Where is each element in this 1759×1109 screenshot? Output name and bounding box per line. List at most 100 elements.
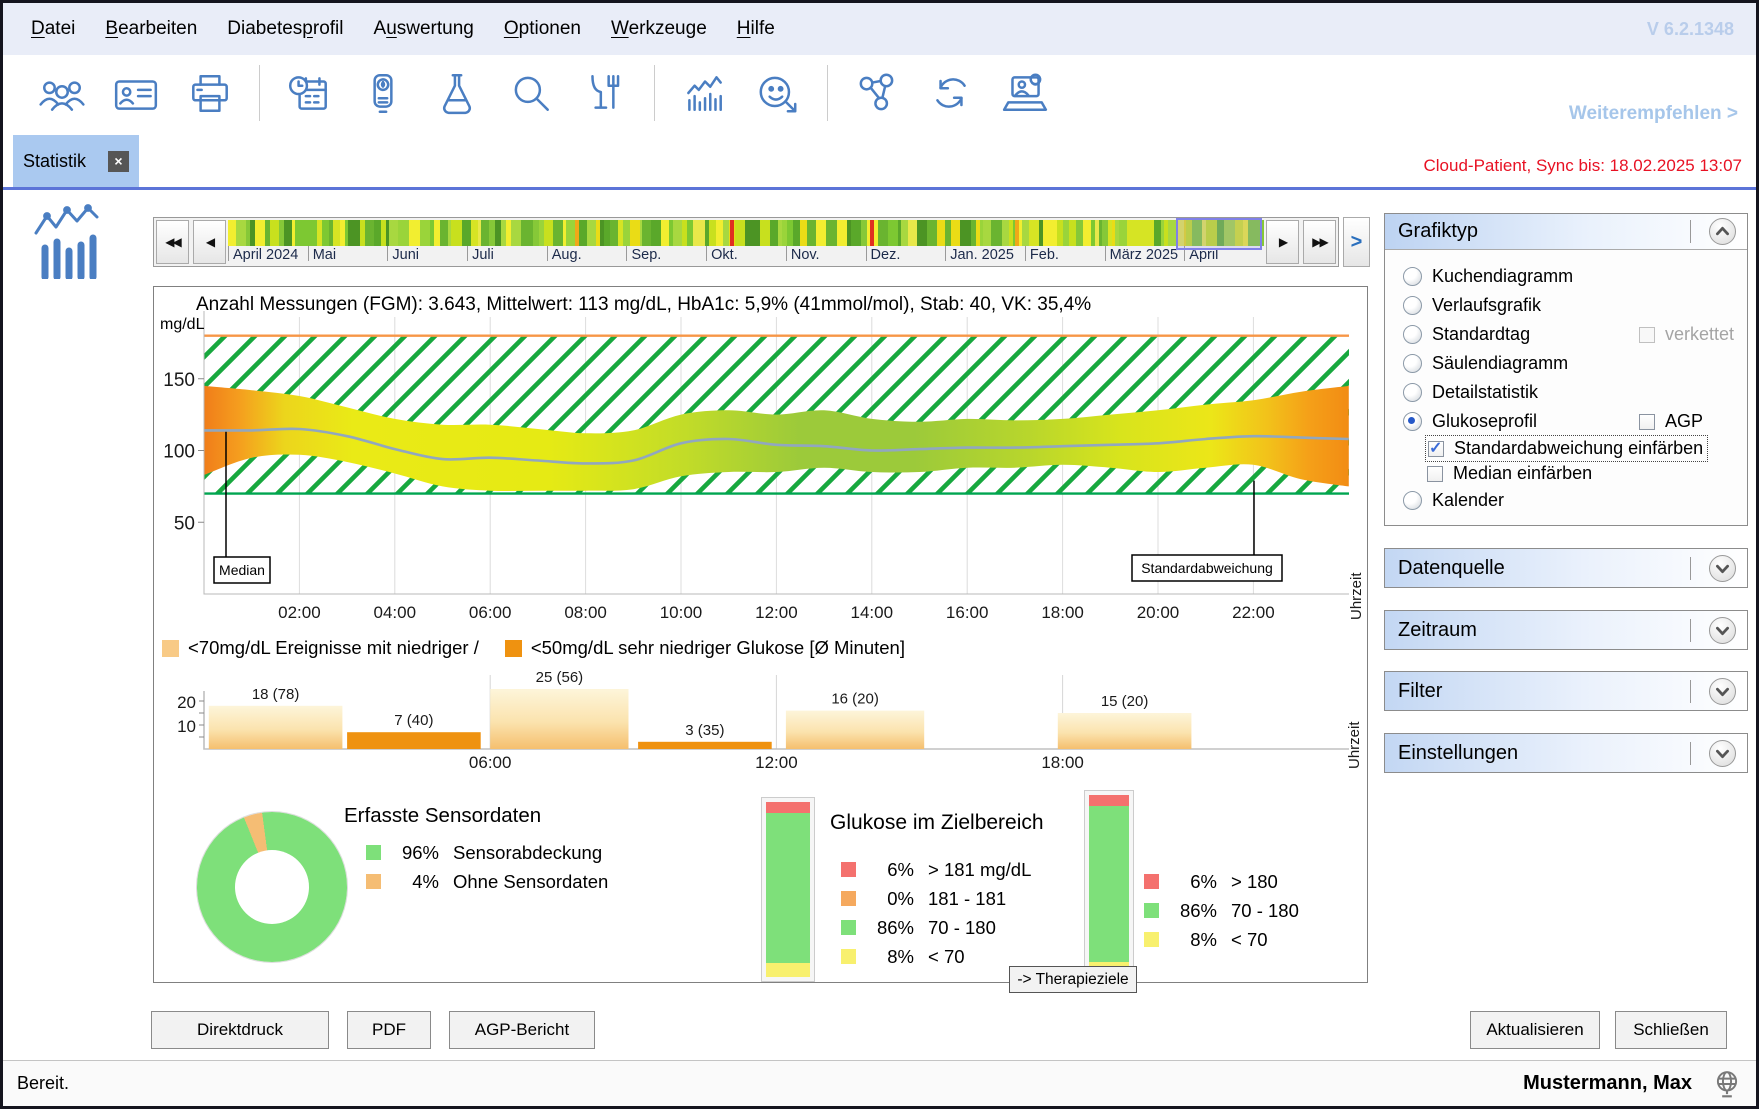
direct-print-button[interactable]: Direktdruck	[151, 1011, 329, 1049]
timeline-day-segment	[735, 220, 745, 246]
search-icon[interactable]	[507, 70, 555, 116]
expand-button[interactable]	[1709, 617, 1736, 644]
sync-icon[interactable]	[927, 70, 975, 116]
statistics-icon[interactable]	[680, 70, 728, 116]
timeline-day-segment	[389, 220, 398, 246]
timeline-day-segment	[511, 220, 521, 246]
patient-card-icon[interactable]	[112, 70, 160, 116]
menu-item-datei[interactable]: Datei	[31, 18, 75, 40]
lab-icon[interactable]	[433, 70, 481, 116]
panel-title: Filter	[1398, 680, 1442, 703]
timeline-day-segment	[837, 220, 847, 246]
svg-text:06:00: 06:00	[469, 753, 512, 772]
version-label: V 6.2.1348	[1647, 19, 1756, 40]
panel-filter[interactable]: Filter	[1384, 671, 1748, 711]
option-glukoseprofil[interactable]: GlukoseprofilAGP	[1403, 407, 1747, 436]
checkbox-verkettet[interactable]	[1639, 327, 1655, 343]
option-verlaufsgrafik[interactable]: Verlaufsgrafik	[1403, 291, 1747, 320]
pdf-button[interactable]: PDF	[347, 1011, 431, 1049]
timeline-day-segment	[1002, 220, 1009, 246]
legend-swatch	[1144, 932, 1159, 947]
timeline-selection[interactable]	[1176, 218, 1262, 250]
nutrition-icon[interactable]	[581, 70, 629, 116]
tir-bar-left-segments	[766, 802, 810, 977]
panel-datenquelle[interactable]: Datenquelle	[1384, 548, 1748, 588]
panel-einstellungen[interactable]: Einstellungen	[1384, 733, 1748, 773]
timeline-day-segment	[1050, 220, 1057, 246]
month-tick	[945, 246, 946, 261]
checkbox-median-einf-rben[interactable]	[1427, 466, 1443, 482]
option-label: Säulendiagramm	[1432, 353, 1568, 374]
legend-item-very-low: <50mg/dL sehr niedriger Glukose [Ø Minut…	[505, 637, 905, 659]
timeline-day-segment	[630, 220, 640, 246]
collapse-button[interactable]	[1709, 218, 1736, 245]
close-button[interactable]: Schließen	[1615, 1011, 1727, 1049]
menu-item-auswertung[interactable]: Auswertung	[374, 18, 474, 40]
timeline-expand-button[interactable]: >	[1343, 217, 1370, 267]
radio-detailstatistik[interactable]	[1403, 383, 1422, 402]
panel-zeitraum[interactable]: Zeitraum	[1384, 610, 1748, 650]
radio-kuchendiagramm[interactable]	[1403, 267, 1422, 286]
svg-text:16 (20): 16 (20)	[831, 691, 879, 708]
checkbox-standardabweichung-einf-rben[interactable]	[1428, 441, 1444, 457]
graphtype-panel-header[interactable]: Grafiktyp	[1385, 214, 1747, 250]
wellbeing-icon[interactable]	[754, 70, 802, 116]
timeline-navigator: ◀◀ ◀ April 2024MaiJuniJuliAug.Sep.Okt.No…	[153, 217, 1339, 267]
timeline-next-button[interactable]: ▶	[1266, 220, 1299, 264]
expand-button[interactable]	[1709, 740, 1736, 767]
timeline-day-segment	[917, 220, 927, 246]
radio-standardtag[interactable]	[1403, 325, 1422, 344]
radio-glukoseprofil[interactable]	[1403, 412, 1422, 431]
timeline-first-button[interactable]: ◀◀	[156, 220, 189, 264]
statistics-panel: 1501005002:0004:0006:0008:0010:0012:0014…	[153, 286, 1368, 983]
therapieziele-button[interactable]: -> Therapieziele	[1009, 966, 1137, 993]
timeline-prev-button[interactable]: ◀	[193, 220, 226, 264]
timeline-day-segment	[451, 220, 462, 246]
option-kuchendiagramm[interactable]: Kuchendiagramm	[1403, 262, 1747, 291]
menu-item-hilfe[interactable]: Hilfe	[737, 18, 775, 40]
timeline-day-segment	[610, 220, 618, 246]
svg-text:22:00: 22:00	[1232, 603, 1275, 622]
radio-s-ulendiagramm[interactable]	[1403, 354, 1422, 373]
share-icon[interactable]	[853, 70, 901, 116]
refresh-button[interactable]: Aktualisieren	[1470, 1011, 1600, 1049]
tab-statistik[interactable]: Statistik ×	[13, 135, 139, 187]
expand-button[interactable]	[1709, 678, 1736, 705]
option-extra: AGP	[1639, 411, 1703, 432]
status-bar: Bereit. Mustermann, Max	[3, 1060, 1756, 1106]
option-s-ulendiagramm[interactable]: Säulendiagramm	[1403, 349, 1747, 378]
svg-text:12:00: 12:00	[755, 603, 798, 622]
option-standardtag[interactable]: Standardtagverkettet	[1403, 320, 1747, 349]
timeline-day-segment	[793, 220, 801, 246]
timeline-color-strip[interactable]	[228, 220, 1264, 246]
option-detailstatistik[interactable]: Detailstatistik	[1403, 378, 1747, 407]
svg-text:Median: Median	[219, 562, 265, 578]
tab-close-icon[interactable]: ×	[108, 151, 129, 172]
timeline-day-segment	[878, 220, 888, 246]
printer-icon[interactable]	[186, 70, 234, 116]
users-icon[interactable]	[38, 70, 86, 116]
option-kalender[interactable]: Kalender	[1403, 486, 1747, 515]
expand-button[interactable]	[1709, 555, 1736, 582]
month-label: Mai	[313, 247, 336, 263]
menu-item-bearbeiten[interactable]: Bearbeiten	[105, 18, 197, 40]
menu-item-werkzeuge[interactable]: Werkzeuge	[611, 18, 707, 40]
svg-text:Uhrzeit: Uhrzeit	[1348, 572, 1365, 620]
timeline-day-segment	[255, 220, 265, 246]
menu-item-diabetesprofil[interactable]: Diabetesprofil	[227, 18, 343, 40]
tir-segment-70-180	[766, 813, 810, 964]
telemedicine-icon[interactable]	[1001, 70, 1049, 116]
radio-verlaufsgrafik[interactable]	[1403, 296, 1422, 315]
glucose-meter-icon[interactable]	[359, 70, 407, 116]
option-standardabweichung-einf-rben[interactable]: Standardabweichung einfärben	[1427, 436, 1747, 461]
checkbox-agp[interactable]	[1639, 414, 1655, 430]
option-median-einf-rben[interactable]: Median einfärben	[1427, 461, 1747, 486]
svg-text:08:00: 08:00	[564, 603, 607, 622]
radio-kalender[interactable]	[1403, 491, 1422, 510]
menu-item-optionen[interactable]: Optionen	[504, 18, 581, 40]
tir-legend-row: 6%> 180	[1144, 867, 1299, 896]
agp-report-button[interactable]: AGP-Bericht	[449, 1011, 595, 1049]
refer-link[interactable]: Weiterempfehlen >	[1569, 103, 1738, 125]
timeline-last-button[interactable]: ▶▶	[1303, 220, 1336, 264]
diary-icon[interactable]	[285, 70, 333, 116]
